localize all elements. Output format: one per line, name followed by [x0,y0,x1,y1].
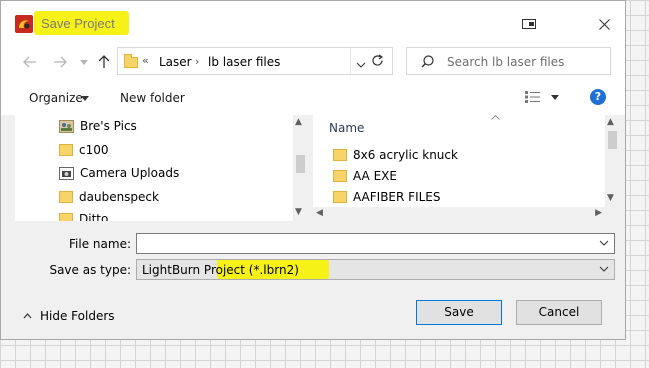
save-as-type-label: Save as type: [49,263,131,277]
help-icon[interactable]: ? [590,89,606,105]
scroll-up-icon[interactable]: ▲ [295,117,302,127]
tree-item-ditto[interactable]: Ditto [59,208,108,221]
chevron-down-icon[interactable] [599,240,609,246]
command-bar: Organize New folder ? [1,79,625,115]
chevron-down-icon[interactable] [356,57,366,71]
file-row[interactable]: AAFIBER FILES [333,187,441,207]
tree-item-label: daubenspeck [79,190,159,204]
scroll-thumb[interactable] [296,155,305,173]
tree-item-c100[interactable]: c100 [59,139,109,161]
file-list[interactable]: Name 8x6 acrylic knuck AA EXE AAFIBER FI… [313,115,619,221]
tree-item-label: Camera Uploads [80,166,180,180]
scroll-down-icon[interactable]: ▼ [295,207,302,217]
navigation-pane[interactable]: Bre's Pics c100 Camera Uploads daubenspe… [15,115,307,221]
overflow-chevron[interactable]: « [142,54,149,67]
folder-icon [59,144,73,156]
save-dialog: Save Project « Laser › lb laser files Se… [0,0,626,340]
scroll-down-icon[interactable]: ▼ [607,193,614,203]
chevron-down-icon[interactable] [551,95,559,100]
title-bar: Save Project [1,1,625,45]
chevron-up-icon [23,313,32,319]
search-icon [421,55,434,71]
folder-icon [59,213,73,221]
folder-icon [333,149,347,161]
search-input[interactable]: Search lb laser files [447,55,564,69]
hide-folders-button[interactable]: Hide Folders [23,309,115,323]
camera-icon [59,166,74,180]
file-name: 8x6 acrylic knuck [353,148,458,162]
navigation-scrollbar[interactable]: ▲ ▼ [293,115,307,221]
chevron-down-icon[interactable] [75,53,93,71]
save-as-type-value: LightBurn Project (*.lbrn2) [142,263,299,277]
cancel-button[interactable]: Cancel [516,300,602,325]
window-title: Save Project [41,16,115,31]
scroll-right-icon[interactable]: ▶ [595,208,602,218]
hide-folders-label: Hide Folders [40,309,115,323]
save-button[interactable]: Save [416,300,502,325]
scroll-left-icon[interactable]: ◀ [316,208,323,218]
file-row[interactable]: AA EXE [333,166,397,186]
breadcrumb-separator-icon: › [195,55,200,68]
file-row[interactable]: 8x6 acrylic knuck [333,145,458,165]
tree-item-camera-uploads[interactable]: Camera Uploads [59,162,179,184]
folder-icon [124,54,138,68]
file-list-scrollbar[interactable]: ▲ ▼ [605,115,619,221]
breadcrumb-lb-laser-files[interactable]: lb laser files [208,55,280,69]
navigation-bar: « Laser › lb laser files Search lb laser… [1,45,625,79]
file-name-field[interactable] [136,233,615,254]
file-name: AAFIBER FILES [353,190,441,204]
sort-ascending-icon [491,115,500,120]
breadcrumb-laser[interactable]: Laser [159,55,192,69]
file-name-label: File name: [69,237,131,251]
arrow-right-icon[interactable] [51,53,69,71]
folder-icon [333,170,347,182]
tree-item-daubenspeck[interactable]: daubenspeck [59,186,159,208]
tree-item-bres-pics[interactable]: Bre's Pics [59,115,137,137]
search-box[interactable]: Search lb laser files [406,47,611,75]
close-icon[interactable] [595,15,613,33]
pictures-icon [59,119,74,133]
chevron-down-icon[interactable] [599,266,609,272]
new-folder-button[interactable]: New folder [120,91,185,105]
horizontal-scrollbar[interactable]: ◀ ▶ [313,207,605,221]
organize-button[interactable]: Organize [29,91,83,105]
save-as-type-select[interactable]: LightBurn Project (*.lbrn2) [136,259,615,280]
scroll-up-icon[interactable]: ▲ [607,117,614,127]
arrow-up-icon[interactable] [95,53,113,71]
scroll-thumb[interactable] [608,131,617,149]
refresh-icon[interactable] [371,54,384,70]
folder-icon [59,191,73,203]
folder-icon [333,191,347,203]
view-options-icon[interactable] [525,91,541,106]
file-name: AA EXE [353,169,397,183]
tree-item-label: Ditto [79,212,109,221]
restore-icon[interactable] [520,15,538,33]
chevron-down-icon[interactable] [81,96,89,101]
tree-item-label: c100 [79,143,109,157]
column-header-name[interactable]: Name [329,121,364,135]
tree-item-label: Bre's Pics [80,119,137,133]
arrow-left-icon[interactable] [21,53,39,71]
address-bar[interactable]: « Laser › lb laser files [117,47,393,75]
lightburn-app-icon [15,15,33,33]
